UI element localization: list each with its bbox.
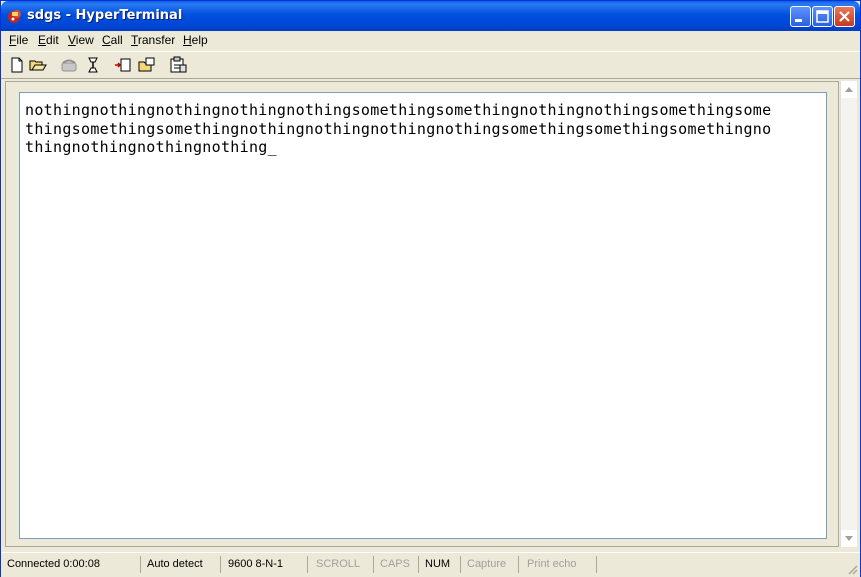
menu-view[interactable]: View — [68, 33, 94, 47]
status-bar: Connected 0:00:08 Auto detect 9600 8-N-1… — [1, 552, 860, 577]
status-detect: Auto detect — [143, 556, 221, 573]
menu-file-rest: ile — [16, 33, 29, 47]
terminal-screen[interactable]: nothingnothingnothingnothingnothingsomet… — [19, 92, 827, 539]
vertical-scrollbar[interactable] — [840, 81, 857, 547]
title-bar[interactable]: sdgs - HyperTerminal — [1, 1, 860, 31]
status-caps: CAPS — [376, 556, 419, 573]
minimize-icon — [795, 19, 802, 22]
open-icon[interactable] — [29, 56, 47, 74]
terminal-line: thingsomethingsomethingnothingnothingnot… — [25, 119, 772, 138]
send-icon[interactable] — [114, 56, 132, 74]
terminal-frame: nothingnothingnothingnothingnothingsomet… — [5, 81, 839, 547]
properties-icon[interactable] — [169, 56, 187, 74]
scroll-down-button[interactable] — [841, 530, 857, 547]
close-button[interactable] — [834, 6, 855, 27]
window-title: sdgs - HyperTerminal — [27, 8, 183, 23]
hyperterminal-app-icon[interactable] — [7, 8, 23, 24]
hyperterminal-window: sdgs - HyperTerminal File Edit View Call… — [0, 0, 861, 577]
toolbar — [1, 51, 860, 79]
status-settings: 9600 8-N-1 — [224, 556, 308, 573]
status-scroll: SCROLL — [312, 556, 374, 573]
new-icon[interactable] — [8, 56, 26, 74]
menu-file[interactable]: File — [9, 33, 28, 47]
terminal-line: thingnothingnothingnothing_ — [25, 138, 277, 156]
connect-phone-icon[interactable] — [84, 56, 102, 74]
maximize-button[interactable] — [812, 6, 833, 27]
terminal-line: nothingnothingnothingnothingnothingsomet… — [25, 101, 772, 119]
arrow-down-icon — [845, 536, 853, 541]
menu-help[interactable]: Help — [183, 33, 208, 47]
resize-grip-icon[interactable] — [846, 563, 858, 575]
disconnect-phone-icon[interactable] — [60, 56, 78, 74]
arrow-up-icon — [845, 87, 853, 92]
menu-bar: File Edit View Call Transfer Help — [1, 31, 860, 50]
terminal-text: nothingnothingnothingnothingnothingsomet… — [25, 101, 771, 157]
status-capture: Capture — [463, 556, 519, 573]
menu-edit[interactable]: Edit — [38, 33, 59, 47]
status-connected: Connected 0:00:08 — [3, 556, 141, 573]
close-icon — [839, 11, 850, 22]
status-print-echo: Print echo — [523, 556, 597, 573]
menu-transfer[interactable]: Transfer — [131, 33, 175, 47]
maximize-icon — [816, 10, 829, 23]
receive-icon[interactable] — [138, 56, 156, 74]
scroll-up-button[interactable] — [841, 81, 857, 98]
status-num: NUM — [421, 556, 461, 573]
minimize-button[interactable] — [790, 6, 811, 27]
menu-call[interactable]: Call — [102, 33, 123, 47]
